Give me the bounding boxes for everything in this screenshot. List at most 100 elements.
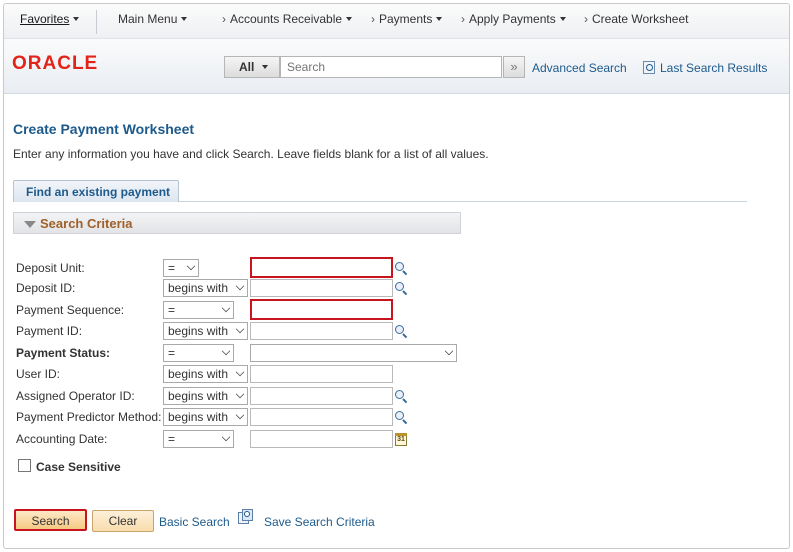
operator-value: begins with [168,281,229,295]
operator-value: = [168,346,176,360]
save-search-icon[interactable] [238,509,254,525]
nav-divider [96,10,97,34]
window-frame: Favorites Main Menu › Accounts Receivable… [3,3,790,549]
chevron-down-icon [235,389,245,399]
chevron-down-icon [235,281,245,291]
tab-find-existing-payment[interactable]: Find an existing payment [13,180,179,202]
accounting-date-label: Accounting Date: [16,432,108,446]
breadcrumb-separator-icon: › [584,12,588,26]
basic-search-link[interactable]: Basic Search [159,515,230,529]
chevron-down-icon [221,432,231,442]
payment-id-operator[interactable]: begins with [163,322,248,340]
top-navigation-bar: Favorites Main Menu › Accounts Receivable… [4,4,789,39]
assigned-operator-id-input[interactable] [250,387,393,405]
page-title: Create Payment Worksheet [13,121,195,137]
payment-sequence-input[interactable] [250,299,393,320]
payment-id-input[interactable] [250,322,393,340]
user-id-operator[interactable]: begins with [163,365,248,383]
assigned-operator-id-operator[interactable]: begins with [163,387,248,405]
collapse-triangle-icon[interactable] [24,221,36,228]
payment-sequence-label: Payment Sequence: [16,303,125,317]
global-search-input[interactable] [280,56,502,78]
user-id-input[interactable] [250,365,393,383]
favorites-menu[interactable]: Favorites [20,12,80,26]
user-id-label: User ID: [16,367,61,381]
calendar-icon[interactable]: 31 [395,433,407,446]
section-title: Search Criteria [40,216,133,231]
breadcrumb-apply-payments[interactable]: › Apply Payments [461,12,566,26]
chevron-down-icon [444,346,454,356]
deposit-unit-input[interactable] [250,257,393,278]
payment-sequence-operator[interactable]: = [163,301,234,319]
accounting-date-operator[interactable]: = [163,430,234,448]
operator-value: = [168,432,176,446]
deposit-id-lookup-icon[interactable] [395,282,408,296]
breadcrumb-accounts-receivable[interactable]: › Accounts Receivable [222,12,353,26]
assigned-operator-id-label: Assigned Operator ID: [16,389,135,403]
oracle-logo: ORACLE [12,53,99,74]
payment-predictor-method-operator[interactable]: begins with [163,408,248,426]
payment-predictor-method-input[interactable] [250,408,393,426]
chevron-down-icon [346,17,353,21]
breadcrumb-create-worksheet[interactable]: › Create Worksheet [584,12,689,26]
operator-value: begins with [168,389,229,403]
deposit-unit-lookup-icon[interactable] [395,262,408,276]
deposit-id-label: Deposit ID: [16,281,76,295]
case-sensitive-checkbox[interactable] [18,459,31,472]
operator-value: begins with [168,324,229,338]
search-scope-label: All [239,60,255,74]
payment-predictor-method-label: Payment Predictor Method: [16,410,162,424]
deposit-unit-operator[interactable]: = [163,259,199,277]
search-scope-dropdown[interactable]: All [224,56,280,78]
operator-value: begins with [168,410,229,424]
operator-value: = [168,261,176,275]
last-search-results-link[interactable]: Last Search Results [660,61,767,75]
chevron-down-icon [181,17,188,21]
deposit-id-operator[interactable]: begins with [163,279,248,297]
chevron-down-icon [235,324,245,334]
deposit-unit-label: Deposit Unit: [16,261,85,275]
breadcrumb-separator-icon: › [461,12,465,26]
payment-status-label: Payment Status: [16,346,111,360]
search-criteria-section-header[interactable]: Search Criteria [13,212,461,234]
payment-status-operator[interactable]: = [163,344,234,362]
clear-button[interactable]: Clear [92,510,154,532]
breadcrumb-label: Create Worksheet [592,12,689,26]
assigned-operator-id-lookup-icon[interactable] [395,390,408,404]
breadcrumb-label: Accounts Receivable [230,12,343,26]
save-search-criteria-link[interactable]: Save Search Criteria [264,515,375,529]
chevron-down-icon [235,410,245,420]
breadcrumb-separator-icon: › [222,12,226,26]
favorites-label: Favorites [20,12,70,26]
main-menu-label: Main Menu [118,12,178,26]
case-sensitive-label: Case Sensitive [36,460,121,474]
search-button[interactable]: Search [14,509,87,531]
operator-value: = [168,303,176,317]
chevron-down-icon [221,303,231,313]
payment-status-select[interactable] [250,344,457,362]
breadcrumb-payments[interactable]: › Payments [371,12,443,26]
main-menu[interactable]: Main Menu [118,12,188,26]
breadcrumb-separator-icon: › [371,12,375,26]
payment-id-lookup-icon[interactable] [395,325,408,339]
search-go-button[interactable]: » [503,56,525,78]
breadcrumb-label: Payments [379,12,433,26]
header-band: ORACLE All » Advanced Search Last Search… [4,39,789,94]
chevron-down-icon [73,17,80,21]
breadcrumb-label: Apply Payments [469,12,556,26]
chevron-down-icon [262,65,269,69]
chevron-down-icon [235,367,245,377]
operator-value: begins with [168,367,229,381]
chevron-down-icon [186,261,196,271]
instructions-text: Enter any information you have and click… [13,147,489,161]
chevron-down-icon [559,17,566,21]
last-search-results-icon[interactable] [643,61,655,74]
accounting-date-input[interactable] [250,430,393,448]
chevron-down-icon [436,17,443,21]
deposit-id-input[interactable] [250,279,393,297]
advanced-search-link[interactable]: Advanced Search [532,61,627,75]
payment-predictor-method-lookup-icon[interactable] [395,411,408,425]
payment-id-label: Payment ID: [16,324,83,338]
chevron-down-icon [221,346,231,356]
tab-underline [179,201,747,202]
